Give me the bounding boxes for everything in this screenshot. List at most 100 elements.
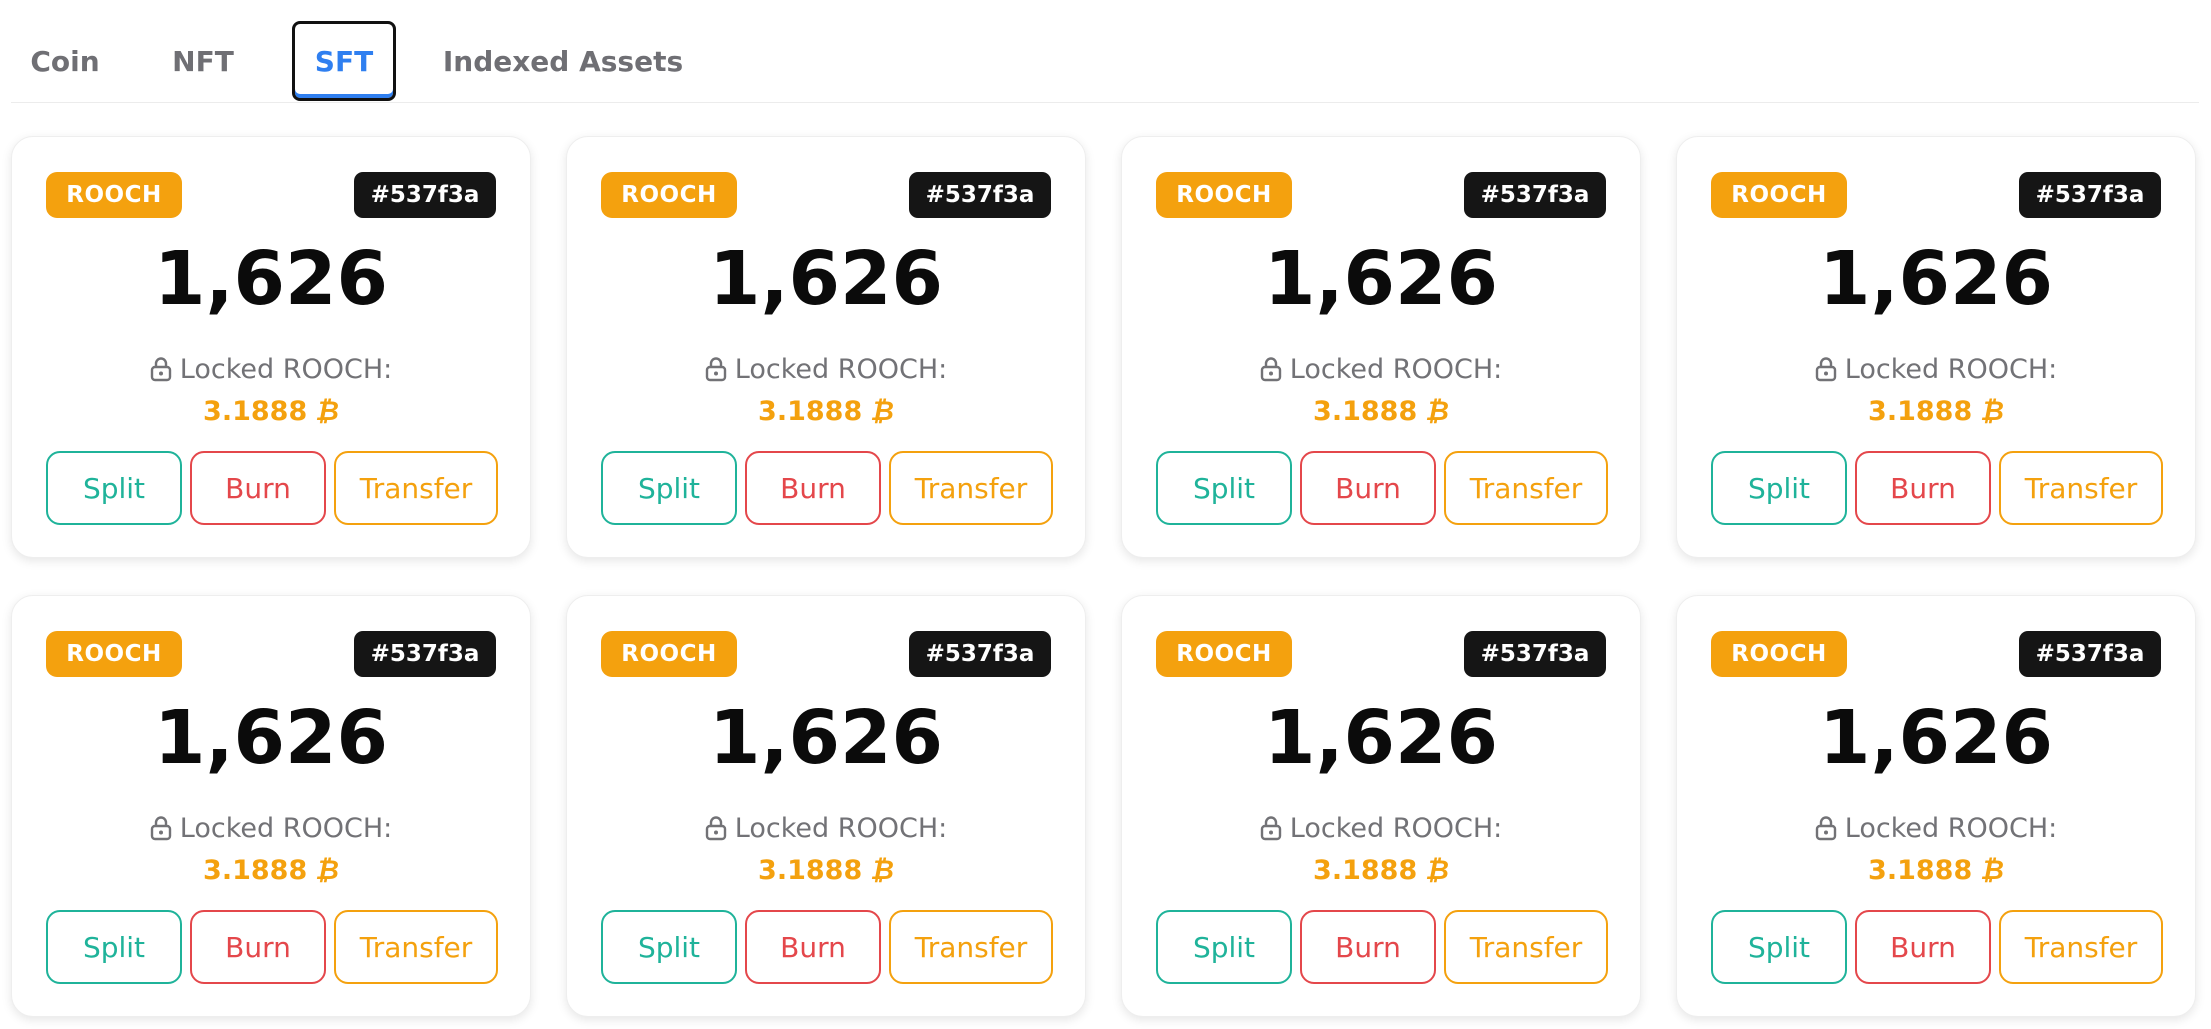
transfer-button[interactable]: Transfer: [1444, 451, 1608, 525]
locked-value-text: 3.1888: [758, 395, 863, 427]
bitcoin-icon: ₿: [1980, 854, 2004, 886]
lock-icon: [1815, 357, 1836, 382]
locked-info: Locked ROOCH:: [1677, 808, 2195, 848]
object-id-badge: #537f3a: [354, 172, 496, 218]
lock-icon: [1260, 357, 1281, 382]
locked-amount: 3.1888 ₿: [1122, 391, 1640, 431]
locked-amount: 3.1888 ₿: [1677, 850, 2195, 890]
transfer-button[interactable]: Transfer: [334, 451, 498, 525]
locked-value-text: 3.1888: [1313, 854, 1418, 886]
locked-label: Locked ROOCH:: [1289, 353, 1503, 385]
locked-amount: 3.1888 ₿: [567, 391, 1085, 431]
burn-button[interactable]: Burn: [1855, 451, 1991, 525]
locked-info: Locked ROOCH:: [567, 349, 1085, 389]
transfer-button[interactable]: Transfer: [889, 910, 1053, 984]
split-button[interactable]: Split: [1711, 451, 1847, 525]
split-button[interactable]: Split: [1156, 910, 1292, 984]
object-id-badge: #537f3a: [354, 631, 496, 677]
bitcoin-icon: ₿: [1425, 854, 1449, 886]
bitcoin-icon: ₿: [1980, 395, 2004, 427]
token-badge: ROOCH: [46, 172, 182, 218]
bitcoin-icon: ₿: [315, 395, 339, 427]
burn-button[interactable]: Burn: [1855, 910, 1991, 984]
transfer-button[interactable]: Transfer: [1999, 451, 2163, 525]
locked-info: Locked ROOCH:: [1122, 349, 1640, 389]
split-button[interactable]: Split: [601, 910, 737, 984]
burn-button[interactable]: Burn: [745, 451, 881, 525]
sft-amount: 1,626: [1818, 695, 2054, 781]
sft-card: ROOCH #537f3a 1,626 Locked ROOCH: 3.1888…: [566, 136, 1086, 558]
token-badge: ROOCH: [1711, 631, 1847, 677]
tab-nft[interactable]: NFT: [145, 21, 261, 101]
lock-icon: [705, 357, 726, 382]
lock-icon: [150, 357, 171, 382]
locked-label: Locked ROOCH:: [1844, 812, 2058, 844]
split-button[interactable]: Split: [46, 910, 182, 984]
sft-card: ROOCH #537f3a 1,626 Locked ROOCH: 3.1888…: [1121, 136, 1641, 558]
locked-info: Locked ROOCH:: [12, 349, 530, 389]
burn-button[interactable]: Burn: [1300, 451, 1436, 525]
token-badge: ROOCH: [1156, 172, 1292, 218]
transfer-button[interactable]: Transfer: [1999, 910, 2163, 984]
tab-sft[interactable]: SFT: [292, 21, 396, 101]
locked-info: Locked ROOCH:: [12, 808, 530, 848]
object-id-badge: #537f3a: [2019, 631, 2161, 677]
locked-value-text: 3.1888: [1313, 395, 1418, 427]
lock-icon: [705, 816, 726, 841]
locked-amount: 3.1888 ₿: [1122, 850, 1640, 890]
sft-amount: 1,626: [708, 695, 944, 781]
burn-button[interactable]: Burn: [1300, 910, 1436, 984]
transfer-button[interactable]: Transfer: [334, 910, 498, 984]
sft-card: ROOCH #537f3a 1,626 Locked ROOCH: 3.1888…: [1676, 595, 2196, 1017]
locked-label: Locked ROOCH:: [734, 812, 948, 844]
locked-amount: 3.1888 ₿: [1677, 391, 2195, 431]
split-button[interactable]: Split: [46, 451, 182, 525]
split-button[interactable]: Split: [1156, 451, 1292, 525]
lock-icon: [150, 816, 171, 841]
burn-button[interactable]: Burn: [190, 451, 326, 525]
locked-label: Locked ROOCH:: [734, 353, 948, 385]
token-badge: ROOCH: [46, 631, 182, 677]
sft-amount: 1,626: [153, 236, 389, 322]
bitcoin-icon: ₿: [870, 854, 894, 886]
object-id-badge: #537f3a: [909, 631, 1051, 677]
token-badge: ROOCH: [1156, 631, 1292, 677]
locked-value-text: 3.1888: [758, 854, 863, 886]
asset-tabs: Coin NFT SFT Indexed Assets: [11, 0, 2199, 103]
sft-amount: 1,626: [153, 695, 389, 781]
locked-info: Locked ROOCH:: [1122, 808, 1640, 848]
sft-card: ROOCH #537f3a 1,626 Locked ROOCH: 3.1888…: [1121, 595, 1641, 1017]
transfer-button[interactable]: Transfer: [1444, 910, 1608, 984]
sft-amount: 1,626: [1263, 236, 1499, 322]
locked-label: Locked ROOCH:: [179, 353, 393, 385]
sft-card: ROOCH #537f3a 1,626 Locked ROOCH: 3.1888…: [566, 595, 1086, 1017]
locked-info: Locked ROOCH:: [567, 808, 1085, 848]
sft-card: ROOCH #537f3a 1,626 Locked ROOCH: 3.1888…: [11, 136, 531, 558]
locked-label: Locked ROOCH:: [1844, 353, 2058, 385]
locked-amount: 3.1888 ₿: [567, 850, 1085, 890]
tab-coin[interactable]: Coin: [11, 21, 119, 101]
burn-button[interactable]: Burn: [745, 910, 881, 984]
locked-amount: 3.1888 ₿: [12, 850, 530, 890]
locked-label: Locked ROOCH:: [1289, 812, 1503, 844]
bitcoin-icon: ₿: [870, 395, 894, 427]
bitcoin-icon: ₿: [1425, 395, 1449, 427]
token-badge: ROOCH: [1711, 172, 1847, 218]
split-button[interactable]: Split: [1711, 910, 1847, 984]
token-badge: ROOCH: [601, 172, 737, 218]
object-id-badge: #537f3a: [1464, 631, 1606, 677]
locked-amount: 3.1888 ₿: [12, 391, 530, 431]
object-id-badge: #537f3a: [1464, 172, 1606, 218]
split-button[interactable]: Split: [601, 451, 737, 525]
locked-value-text: 3.1888: [1868, 854, 1973, 886]
tab-indexed-assets[interactable]: Indexed Assets: [439, 21, 687, 101]
locked-label: Locked ROOCH:: [179, 812, 393, 844]
sft-amount: 1,626: [1263, 695, 1499, 781]
burn-button[interactable]: Burn: [190, 910, 326, 984]
locked-value-text: 3.1888: [1868, 395, 1973, 427]
sft-amount: 1,626: [1818, 236, 2054, 322]
sft-card: ROOCH #537f3a 1,626 Locked ROOCH: 3.1888…: [11, 595, 531, 1017]
token-badge: ROOCH: [601, 631, 737, 677]
transfer-button[interactable]: Transfer: [889, 451, 1053, 525]
locked-value-text: 3.1888: [203, 395, 308, 427]
